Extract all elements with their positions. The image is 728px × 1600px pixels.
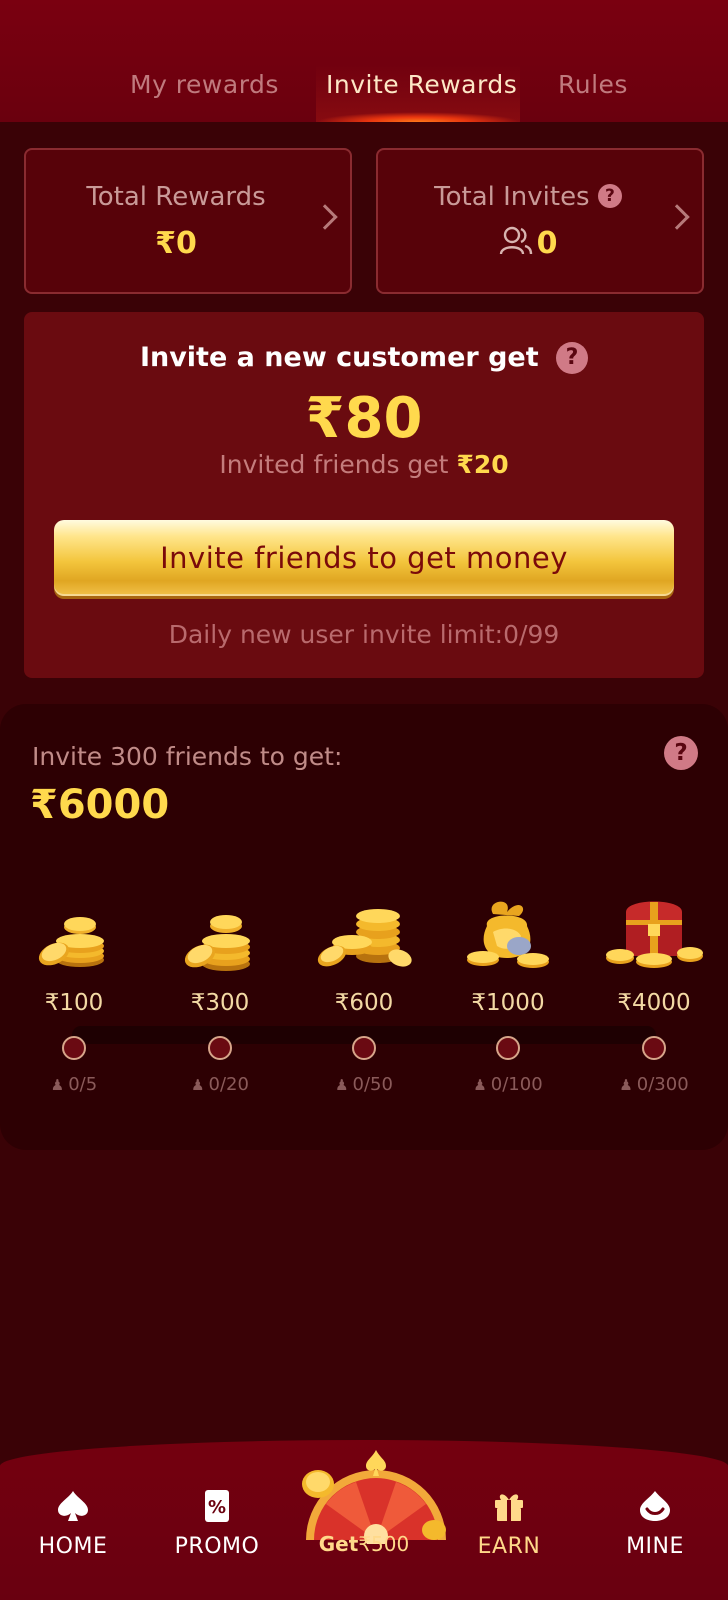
coin-stack-small-icon [4, 906, 144, 986]
milestone-tier: ₹300 ♟ 0/20 [150, 906, 290, 1095]
nav-get-prefix: Get [318, 1532, 359, 1556]
total-rewards-label: Total Rewards [86, 182, 266, 212]
tier-reward: ₹300 [190, 990, 250, 1016]
milestone-amount: ₹6000 [30, 782, 170, 828]
treasure-chest-icon [584, 901, 724, 986]
nav-mine[interactable]: MINE [600, 1484, 710, 1559]
people-icon: ♟ [619, 1076, 633, 1094]
total-invites-label: Total Invites [434, 182, 590, 212]
tier-count: 0/5 [68, 1074, 98, 1095]
milestone-tier: ₹100 ♟ 0/5 [4, 906, 144, 1095]
gift-icon [454, 1484, 564, 1528]
people-icon: ♟ [191, 1076, 205, 1094]
invite-sub-text: Invited friends get [219, 450, 449, 479]
tier-count-row: ♟ 0/5 [4, 1074, 144, 1095]
invite-friends-button[interactable]: Invite friends to get money [54, 520, 674, 596]
total-rewards-value: ₹0 [155, 226, 197, 261]
tier-progress-dot [208, 1036, 232, 1060]
spade-icon [18, 1484, 128, 1528]
total-invites-label-row: Total Invites ? [378, 182, 678, 212]
total-invites-value-row: 0 [378, 226, 678, 261]
invite-sub-amount: ₹20 [456, 450, 509, 479]
nav-promo[interactable]: % PROMO [162, 1484, 272, 1559]
invite-title-row: Invite a new customer get ? [24, 342, 704, 374]
tab-invite-rewards[interactable]: Invite Rewards [326, 70, 517, 99]
nav-home[interactable]: HOME [18, 1484, 128, 1559]
nav-get-amount: ₹500 [358, 1532, 410, 1556]
tier-reward: ₹4000 [617, 990, 691, 1016]
milestone-help[interactable]: ? [664, 736, 698, 770]
total-rewards-card[interactable]: Total Rewards ₹0 [24, 148, 352, 294]
tab-my-rewards[interactable]: My rewards [130, 70, 279, 99]
nav-promo-label: PROMO [174, 1534, 260, 1559]
daily-invite-limit: Daily new user invite limit:0/99 [168, 620, 560, 649]
milestone-tier: ₹4000 ♟ 0/300 [584, 901, 724, 1095]
nav-earn-label: EARN [477, 1534, 541, 1559]
milestone-tier: ₹600 ♟ 0/50 [294, 906, 434, 1095]
tier-progress-dot [642, 1036, 666, 1060]
tier-count: 0/50 [352, 1074, 393, 1095]
tab-rules[interactable]: Rules [558, 70, 628, 99]
coin-stack-icon [150, 906, 290, 986]
coin-pile-icon [294, 906, 434, 986]
tier-count-row: ♟ 0/300 [584, 1074, 724, 1095]
tier-count: 0/300 [636, 1074, 689, 1095]
tier-count-row: ♟ 0/20 [150, 1074, 290, 1095]
help-icon[interactable]: ? [556, 342, 589, 374]
invite-title: Invite a new customer get [139, 342, 539, 373]
tier-reward: ₹1000 [471, 990, 545, 1016]
tier-count-row: ♟ 0/100 [438, 1074, 578, 1095]
profile-icon [600, 1484, 710, 1528]
tier-progress-dot [352, 1036, 376, 1060]
tier-count: 0/100 [490, 1074, 543, 1095]
nav-earn[interactable]: EARN [454, 1484, 564, 1559]
total-invites-value: 0 [536, 226, 558, 261]
active-tab-indicator [316, 112, 520, 122]
invite-sub-row: Invited friends get ₹20 [24, 450, 704, 479]
invite-reward-amount: ₹80 [305, 386, 423, 451]
tier-reward: ₹600 [334, 990, 394, 1016]
nav-home-label: HOME [38, 1534, 108, 1559]
help-icon[interactable]: ? [597, 184, 622, 208]
total-invites-card[interactable]: Total Invites ? 0 [376, 148, 704, 294]
coupon-icon: % [162, 1484, 272, 1528]
milestone-tier: ₹1000 ♟ 0/100 [438, 901, 578, 1095]
people-icon [499, 226, 532, 255]
svg-text:%: % [208, 1497, 226, 1518]
people-icon: ♟ [473, 1076, 487, 1094]
tier-progress-dot [62, 1036, 86, 1060]
tier-count: 0/20 [208, 1074, 249, 1095]
people-icon: ♟ [50, 1076, 65, 1094]
nav-mine-label: MINE [626, 1534, 684, 1559]
coin-bag-icon [438, 901, 578, 986]
people-icon: ♟ [335, 1076, 349, 1094]
invite-panel: Invite a new customer get ? ₹80 Invited … [24, 312, 704, 678]
help-icon[interactable]: ? [664, 736, 698, 770]
tier-progress-dot [496, 1036, 520, 1060]
tier-count-row: ♟ 0/50 [294, 1074, 434, 1095]
milestone-title: Invite 300 friends to get: [32, 742, 343, 771]
nav-get-label[interactable]: Get₹500 [296, 1532, 432, 1556]
lucky-wheel-icon[interactable] [296, 1444, 456, 1548]
tier-reward: ₹100 [44, 990, 104, 1016]
